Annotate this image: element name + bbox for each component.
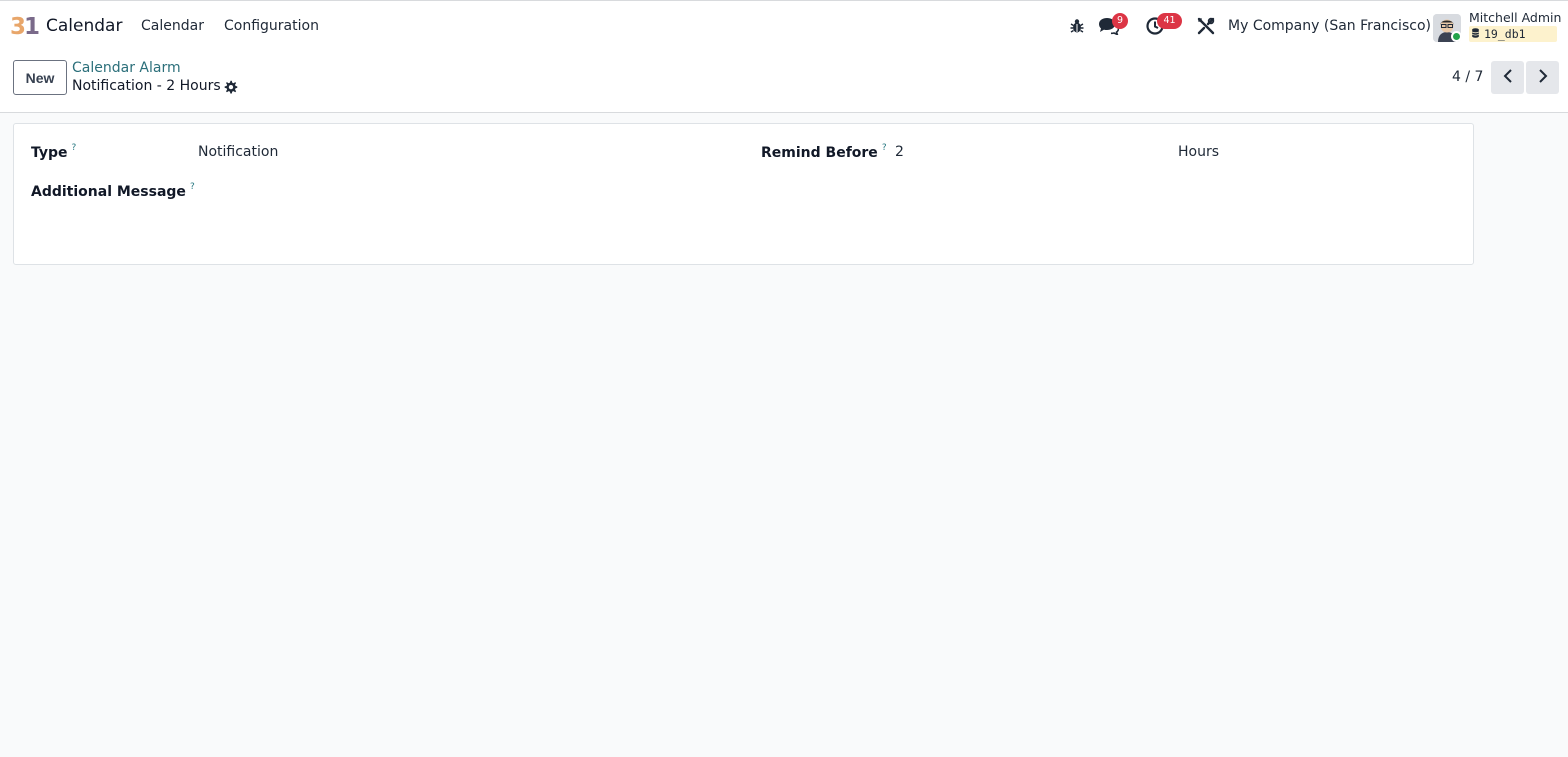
- remind-before-field[interactable]: 2: [895, 144, 904, 160]
- menu-calendar[interactable]: Calendar: [141, 18, 204, 34]
- user-name[interactable]: Mitchell Admin: [1469, 10, 1561, 25]
- form-sheet: Type? Notification Remind Before? 2 Hour…: [13, 123, 1474, 265]
- pager-next-button[interactable]: [1526, 61, 1559, 94]
- record-title: Notification - 2 Hours: [72, 78, 221, 94]
- pager-previous-button[interactable]: [1491, 61, 1524, 94]
- type-field[interactable]: Notification: [198, 144, 278, 160]
- type-help-tooltip[interactable]: ?: [72, 143, 77, 153]
- database-name: 19_db1: [1484, 27, 1526, 41]
- additional-message-label: Additional Message?: [31, 182, 195, 200]
- messages-badge: 9: [1112, 13, 1128, 29]
- database-badge: 19_db1: [1469, 26, 1557, 42]
- breadcrumb-calendar-alarm[interactable]: Calendar Alarm: [72, 60, 181, 76]
- company-switcher[interactable]: My Company (San Francisco): [1228, 18, 1431, 34]
- control-panel: New Calendar Alarm Notification - 2 Hour…: [0, 52, 1568, 113]
- gear-icon[interactable]: [222, 79, 238, 95]
- chevron-left-icon: [1503, 68, 1513, 87]
- online-status-dot: [1451, 31, 1462, 42]
- database-icon: [1472, 26, 1480, 42]
- activities-badge: 41: [1157, 13, 1182, 29]
- new-button[interactable]: New: [13, 60, 67, 95]
- app-name[interactable]: Calendar: [46, 16, 122, 36]
- menu-configuration[interactable]: Configuration: [224, 18, 319, 34]
- calendar-app-logo[interactable]: 31: [10, 14, 40, 40]
- remind-unit-field[interactable]: Hours: [1178, 144, 1219, 160]
- top-navbar: 31 Calendar Calendar Configuration 9 41 …: [0, 0, 1568, 52]
- type-label: Type?: [31, 143, 77, 161]
- bug-icon[interactable]: [1066, 15, 1088, 37]
- chevron-right-icon: [1538, 68, 1548, 87]
- remind-before-label: Remind Before?: [761, 143, 887, 161]
- message-help-tooltip[interactable]: ?: [190, 182, 195, 192]
- tools-icon[interactable]: [1195, 15, 1217, 37]
- pager-value[interactable]: 4 / 7: [1452, 69, 1483, 85]
- remind-help-tooltip[interactable]: ?: [882, 143, 887, 153]
